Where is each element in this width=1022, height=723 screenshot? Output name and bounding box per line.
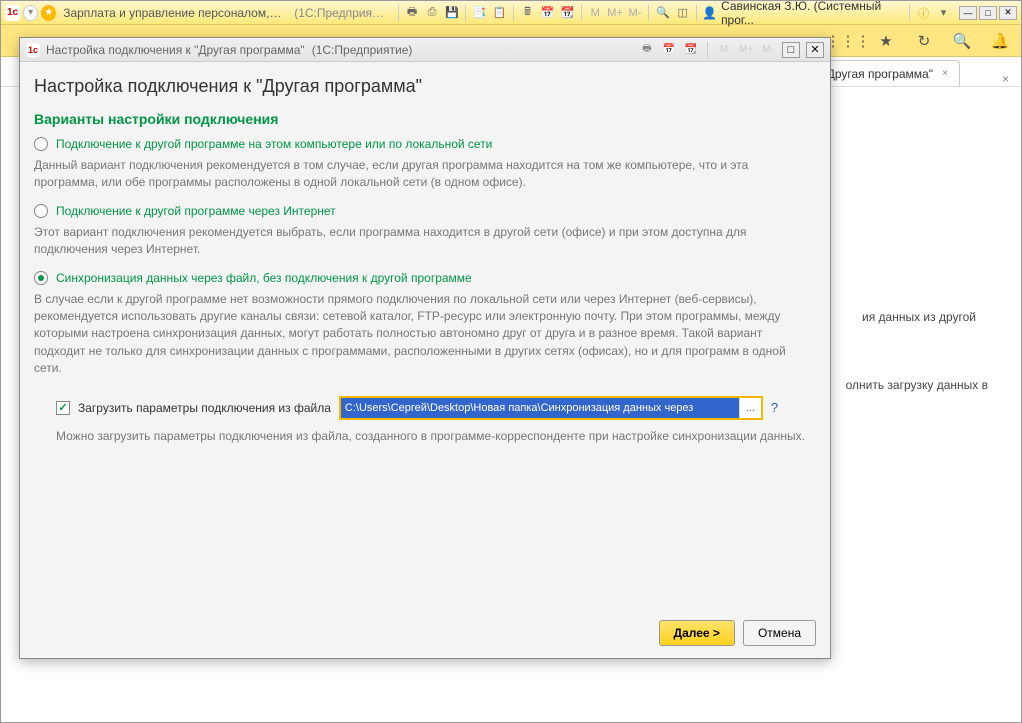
separator [465, 5, 466, 21]
calculator-icon[interactable]: 🖩 [519, 5, 536, 21]
dialog-close-button[interactable]: ✕ [806, 42, 824, 58]
dialog-logo-icon: 1c [26, 43, 40, 57]
m-minus-icon[interactable]: M- [627, 5, 644, 21]
browse-button[interactable]: ... [739, 398, 761, 418]
help-icon[interactable]: ? [771, 400, 778, 415]
apps-icon[interactable]: ⋮⋮⋮ [839, 32, 857, 50]
option-file-row[interactable]: Синхронизация данных через файл, без под… [34, 271, 816, 285]
option-file-desc: В случае если к другой программе нет воз… [34, 291, 794, 378]
info-icon[interactable]: ⓘ [915, 5, 932, 21]
section-title: Варианты настройки подключения [34, 111, 816, 127]
dialog-window-title-suffix: (1С:Предприятие) [312, 43, 413, 57]
dialog-m-icon[interactable]: M [716, 43, 732, 57]
separator [696, 5, 697, 21]
clipboard-icon[interactable]: 📋 [491, 5, 508, 21]
current-user[interactable]: 👤 Савинская З.Ю. (Системный прог... [702, 0, 904, 27]
search-icon[interactable]: 🔍 [953, 32, 971, 50]
window-controls: — □ ✕ [959, 6, 1017, 20]
dialog-footer: Далее > Отмена [34, 612, 816, 650]
load-params-checkbox[interactable]: ✓ [56, 401, 70, 415]
user-name: Савинская З.Ю. (Системный прог... [721, 0, 904, 27]
file-path-input[interactable] [341, 398, 739, 418]
minimize-button[interactable]: — [959, 6, 977, 20]
separator [581, 5, 582, 21]
radio-internet[interactable] [34, 204, 48, 218]
radio-local[interactable] [34, 137, 48, 151]
cancel-button[interactable]: Отмена [743, 620, 816, 646]
panes-icon[interactable]: ◫ [674, 5, 691, 21]
app-title-suffix: (1С:Предприятие) [294, 6, 389, 20]
separator [648, 5, 649, 21]
option-local-row[interactable]: Подключение к другой программе на этом к… [34, 137, 816, 151]
more-icon[interactable]: ▾ [935, 5, 952, 21]
file-hint: Можно загрузить параметры подключения из… [56, 428, 816, 445]
file-load-row: ✓ Загрузить параметры подключения из фай… [56, 396, 816, 420]
dialog-body: Настройка подключения к "Другая программ… [20, 62, 830, 658]
separator [707, 42, 708, 58]
dialog-mplus-icon[interactable]: M+ [738, 43, 754, 57]
save-icon[interactable]: 💾 [443, 5, 460, 21]
app-title: Зарплата и управление персоналом, редакц… [63, 6, 283, 20]
app-logo-icon: 1c [5, 5, 20, 21]
tabbar-close-icon[interactable]: × [990, 72, 1021, 86]
radio-internet-label[interactable]: Подключение к другой программе через Инт… [56, 204, 336, 218]
dialog-calendar-icon[interactable]: 📅 [661, 43, 677, 57]
dialog-window-title-text: Настройка подключения к "Другая программ… [46, 43, 305, 57]
dialog-mminus-icon[interactable]: M- [760, 43, 776, 57]
option-local-desc: Данный вариант подключения рекомендуется… [34, 157, 794, 192]
star-icon[interactable]: ★ [877, 32, 895, 50]
radio-file-label[interactable]: Синхронизация данных через файл, без под… [56, 271, 472, 285]
print-preview-icon[interactable]: ⎙ [424, 5, 441, 21]
user-icon: 👤 [702, 6, 717, 20]
file-field-wrap: ... [339, 396, 763, 420]
main-titlebar: 1c ▾ ★ Зарплата и управление персоналом,… [1, 1, 1021, 25]
dialog-maximize-button[interactable]: □ [782, 42, 800, 58]
dialog-calendar31-icon[interactable]: 📆 [683, 43, 699, 57]
dropdown-icon[interactable]: ▾ [23, 5, 38, 21]
history-icon[interactable]: ↻ [915, 32, 933, 50]
load-params-label[interactable]: Загрузить параметры подключения из файла [78, 401, 331, 415]
calendar-icon[interactable]: 📅 [539, 5, 556, 21]
maximize-button[interactable]: □ [979, 6, 997, 20]
bell-icon[interactable]: 🔔 [991, 32, 1009, 50]
radio-file[interactable] [34, 271, 48, 285]
connection-dialog: 1c Настройка подключения к "Другая прогр… [19, 37, 831, 659]
tab-other-program[interactable]: Другая программа" × [818, 60, 960, 86]
option-internet-desc: Этот вариант подключения рекомендуется в… [34, 224, 794, 259]
calendar31-icon[interactable]: 📆 [559, 5, 576, 21]
m-plus-icon[interactable]: M+ [607, 5, 624, 21]
print-icon[interactable]: 🖶 [404, 5, 421, 21]
tab-close-icon[interactable]: × [939, 68, 951, 80]
next-button[interactable]: Далее > [659, 620, 735, 646]
main-window: 1c ▾ ★ Зарплата и управление персоналом,… [0, 0, 1022, 723]
dialog-heading: Настройка подключения к "Другая программ… [34, 76, 816, 97]
separator [909, 5, 910, 21]
separator [513, 5, 514, 21]
close-button[interactable]: ✕ [999, 6, 1017, 20]
m-icon[interactable]: M [587, 5, 604, 21]
separator [398, 5, 399, 21]
dialog-print-icon[interactable]: 🖶 [639, 43, 655, 57]
compare-icon[interactable]: 📑 [471, 5, 488, 21]
option-internet-row[interactable]: Подключение к другой программе через Инт… [34, 204, 816, 218]
dialog-titlebar: 1c Настройка подключения к "Другая прогр… [20, 38, 830, 62]
favorite-icon[interactable]: ★ [41, 5, 56, 21]
zoom-icon[interactable]: 🔍 [654, 5, 671, 21]
dialog-window-title: Настройка подключения к "Другая программ… [46, 43, 633, 57]
radio-local-label[interactable]: Подключение к другой программе на этом к… [56, 137, 492, 151]
tab-label: Другая программа" [827, 67, 933, 81]
